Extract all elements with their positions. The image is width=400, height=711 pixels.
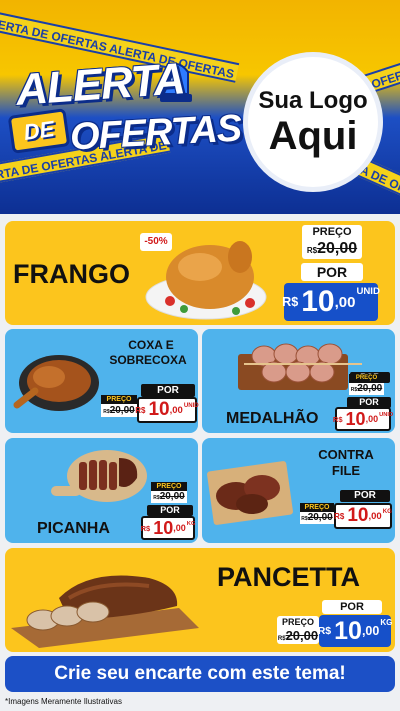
product-card-contrafile[interactable]: CONTRA FILE POR PREÇO R$20,00 R$ 10,00 KG: [202, 438, 395, 543]
price-label: PREÇO: [277, 616, 319, 628]
price-label: PREÇO: [101, 395, 137, 404]
footnote: *Imagens Meramente Ilustrativas: [5, 697, 122, 706]
product-card-pancetta[interactable]: PANCETTA POR PREÇO R$20,00 R$ 10,00 KG: [5, 548, 395, 652]
product-card-frango[interactable]: FRANGO -50% PREÇO R$20,00 POR R$ 10,00 UNI…: [5, 221, 395, 325]
price-label: PREÇO: [300, 503, 334, 512]
chicken-thigh-pan-image: [13, 355, 99, 411]
title-de-badge: DE: [7, 108, 71, 154]
price-label: PREÇO: [302, 225, 362, 239]
header-banner: ALERTA DE OFERTAS ALERTA DE OFERTAS ALER…: [0, 0, 400, 214]
new-price: R$ 10,00 KG: [334, 503, 392, 529]
title-ofertas: OFERTAS: [68, 107, 243, 159]
product-card-medalhao[interactable]: POR PREÇO R$20,00 POR MEDALHÃO R$10,00UN…: [202, 329, 395, 433]
new-price: R$ 10,00 UNID: [135, 397, 199, 423]
product-name: PANCETTA: [217, 562, 360, 592]
old-price: R$20,00: [277, 628, 319, 644]
product-name: MEDALHÃO: [226, 410, 319, 427]
cta-banner[interactable]: Crie seu encarte com este tema!: [5, 656, 395, 692]
title-alerta: ALERTA: [14, 54, 186, 115]
por-label: POR: [141, 384, 195, 397]
new-price: R$ 10,00 KG: [318, 615, 392, 647]
contrafile-steaks-image: [207, 461, 293, 525]
product-name-line2: FILE: [331, 463, 361, 478]
old-price: R$20,00: [101, 404, 137, 417]
logo-text-line1: Sua Logo: [258, 87, 368, 114]
logo-placeholder[interactable]: Sua Logo Aqui: [243, 52, 383, 192]
bacon-medallion-skewers-image: [238, 343, 362, 390]
product-card-picanha[interactable]: PREÇO R$20,00 POR PICANHA R$ 10,00 KG: [5, 438, 198, 543]
new-price: R$ 10,00 UNID: [282, 283, 380, 321]
product-name: FRANGO: [13, 259, 130, 289]
pancetta-roast-image: [11, 575, 199, 648]
price-label: PREÇO: [349, 374, 384, 383]
new-price: R$ 10,00 UNID: [333, 407, 393, 431]
product-name-line1: COXA E: [128, 338, 174, 352]
price-label: PREÇO: [151, 482, 187, 491]
alert-title: ALERTA DE OFERTAS: [7, 54, 242, 180]
old-price: R$20,00: [300, 512, 334, 524]
por-label: POR: [322, 600, 382, 614]
por-label: POR: [301, 263, 363, 281]
old-price: R$20,00: [302, 239, 362, 259]
product-name: PICANHA: [37, 520, 110, 537]
picanha-board-image: [51, 450, 147, 502]
por-label: POR: [340, 490, 390, 502]
discount-badge: -50%: [140, 233, 172, 251]
product-name-line2: SOBRECOXA: [109, 353, 187, 367]
product-card-coxa[interactable]: COXA E SOBRECOXA POR PREÇO R$20,00 R$ 10,…: [5, 329, 199, 433]
old-price: R$20,00: [151, 491, 187, 503]
new-price: R$ 10,00 KG: [141, 516, 195, 540]
logo-text-line2: Aqui: [268, 114, 358, 158]
product-name-line1: CONTRA: [318, 447, 374, 462]
old-price: R$20,00: [349, 383, 384, 395]
por-label: POR: [147, 505, 193, 516]
title-de: DE: [22, 115, 56, 146]
